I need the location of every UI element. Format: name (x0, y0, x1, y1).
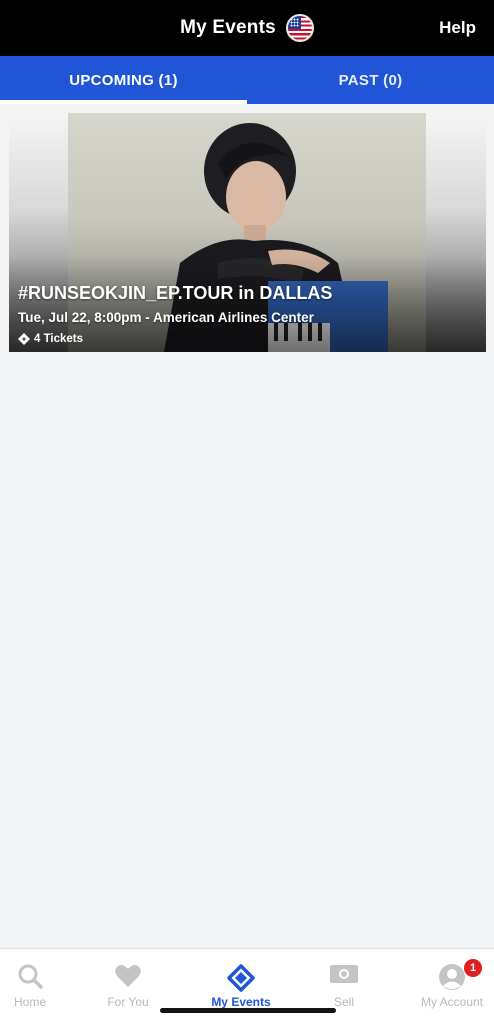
event-date-venue: Tue, Jul 22, 8:00pm - American Airlines … (18, 310, 314, 325)
nav-home-label: Home (13, 995, 46, 1009)
tab-past[interactable]: PAST (0) (247, 56, 494, 104)
ticket-icon (18, 333, 30, 345)
top-bar: My Events Help (0, 0, 494, 56)
tab-upcoming[interactable]: UPCOMING (1) (0, 56, 247, 104)
event-tabs: UPCOMING (1) PAST (0) (0, 56, 494, 104)
nav-home[interactable]: Home (0, 949, 60, 1024)
event-name: #RUNSEOKJIN_EP.TOUR in DALLAS (18, 283, 333, 303)
account-icon (439, 964, 465, 990)
ticket-icon (227, 964, 255, 992)
events-list: #RUNSEOKJIN_EP.TOUR in DALLAS Tue, Jul 2… (0, 104, 494, 948)
search-icon (18, 964, 43, 989)
help-link[interactable]: Help (439, 0, 476, 56)
notification-badge: 1 (464, 959, 482, 977)
nav-for-you-label: For You (107, 995, 149, 1009)
nav-my-account-label: My Account (420, 995, 484, 1009)
nav-my-events-label: My Events (211, 995, 271, 1009)
home-indicator (160, 1008, 336, 1013)
nav-my-account[interactable]: 1 My Account (410, 949, 494, 1024)
ticket-count-label: 4 Tickets (34, 333, 84, 345)
event-card[interactable]: #RUNSEOKJIN_EP.TOUR in DALLAS Tue, Jul 2… (9, 113, 486, 352)
cash-icon (330, 965, 358, 983)
us-flag-icon[interactable] (285, 14, 314, 42)
ticket-count: 4 Tickets (17, 333, 83, 345)
nav-for-you[interactable]: For You (92, 949, 164, 1024)
page-title: My Events (180, 17, 276, 38)
nav-sell-label: Sell (333, 995, 354, 1009)
heart-icon (115, 965, 141, 987)
